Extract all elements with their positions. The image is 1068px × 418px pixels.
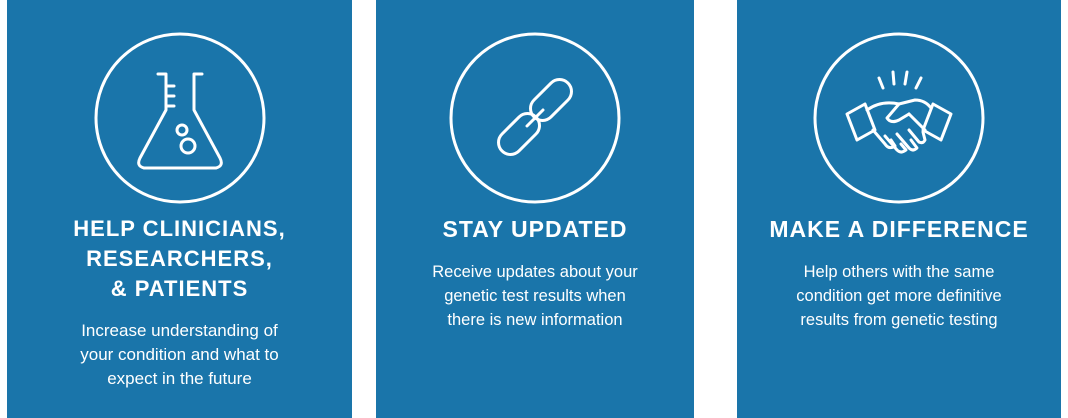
benefit-card-stay-updated: STAY UPDATED Receive updates about your … (376, 0, 694, 418)
card-heading: HELP CLINICIANS, RESEARCHERS, & PATIENTS (73, 216, 286, 301)
card-description: Receive updates about your genetic test … (432, 263, 638, 329)
card-heading: STAY UPDATED (442, 216, 628, 242)
flask-icon (92, 30, 268, 206)
benefit-card-help-clinicians: HELP CLINICIANS, RESEARCHERS, & PATIENTS… (7, 0, 352, 418)
card-description: Increase understanding of your condition… (80, 321, 279, 388)
handshake-icon (811, 30, 987, 206)
card-heading: MAKE A DIFFERENCE (769, 216, 1029, 242)
chain-link-icon (447, 30, 623, 206)
card-description: Help others with the same condition get … (796, 263, 1002, 329)
benefit-card-make-a-difference: MAKE A DIFFERENCE Help others with the s… (737, 0, 1061, 418)
